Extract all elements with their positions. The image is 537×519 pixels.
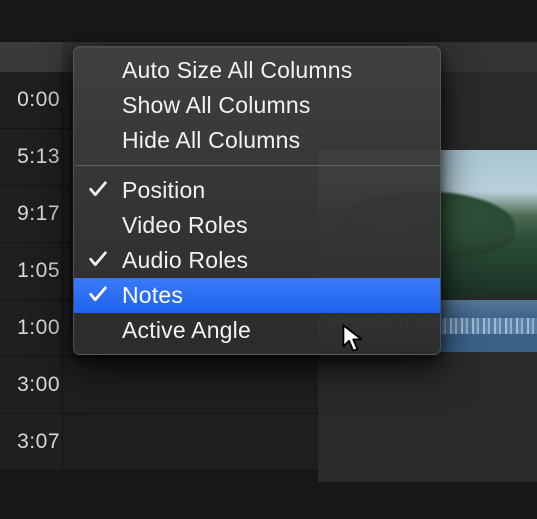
menu-item-label: Auto Size All Columns: [122, 57, 352, 84]
menu-item-label: Active Angle: [122, 317, 251, 344]
timecode: 3:00: [0, 373, 60, 397]
timecode: 5:13: [0, 145, 60, 169]
menu-item-label: Notes: [122, 282, 183, 309]
timecode: 1:00: [0, 316, 60, 340]
menu-separator: [75, 165, 439, 166]
timecode: 3:07: [0, 430, 60, 454]
column-context-menu: Auto Size All Columns Show All Columns H…: [73, 46, 441, 355]
menu-item-video-roles[interactable]: Video Roles: [74, 208, 440, 243]
timecode: 9:17: [0, 202, 60, 226]
menu-item-label: Show All Columns: [122, 92, 311, 119]
menu-item-hide-all[interactable]: Hide All Columns: [74, 123, 440, 158]
menu-item-label: Hide All Columns: [122, 127, 300, 154]
menu-item-label: Audio Roles: [122, 247, 248, 274]
check-icon: [87, 248, 109, 270]
check-icon: [87, 178, 109, 200]
menu-item-notes[interactable]: Notes: [74, 278, 440, 313]
menu-item-audio-roles[interactable]: Audio Roles: [74, 243, 440, 278]
timecode: 1:05: [0, 259, 60, 283]
menu-item-auto-size[interactable]: Auto Size All Columns: [74, 53, 440, 88]
column-divider: [62, 72, 63, 519]
menu-item-label: Video Roles: [122, 212, 248, 239]
menu-item-position[interactable]: Position: [74, 173, 440, 208]
menu-item-active-angle[interactable]: Active Angle: [74, 313, 440, 348]
menu-item-show-all[interactable]: Show All Columns: [74, 88, 440, 123]
timecode: 0:00: [0, 88, 60, 112]
check-icon: [87, 283, 109, 305]
menu-item-label: Position: [122, 177, 205, 204]
